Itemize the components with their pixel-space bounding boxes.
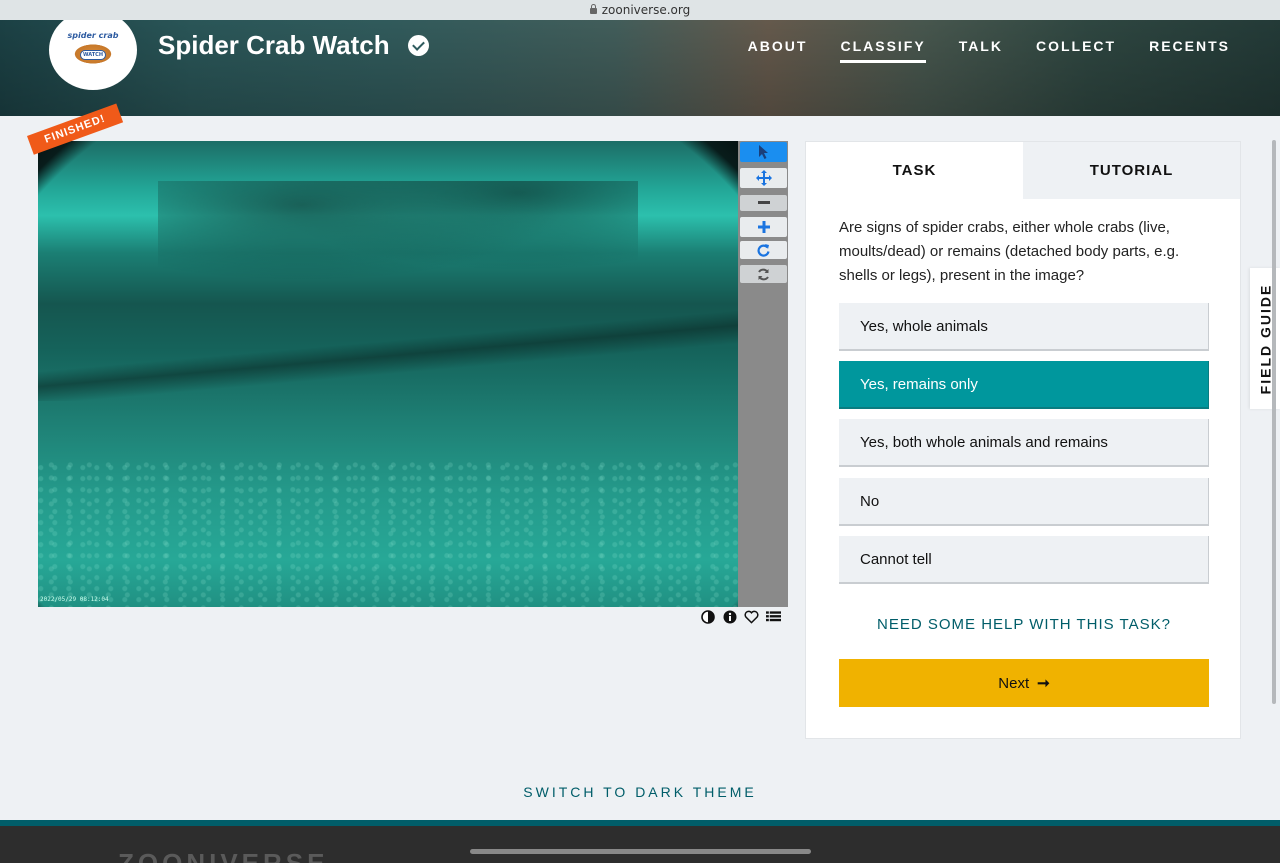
logo-badge: WATCH bbox=[80, 50, 106, 60]
project-title[interactable]: Spider Crab Watch bbox=[158, 30, 429, 61]
tab-tutorial[interactable]: TUTORIAL bbox=[1023, 142, 1240, 199]
nav-talk[interactable]: TALK bbox=[959, 38, 1003, 63]
answer-yes-remains-only[interactable]: Yes, remains only bbox=[839, 361, 1209, 409]
nav-collect[interactable]: COLLECT bbox=[1036, 38, 1116, 63]
answer-yes-whole-animals[interactable]: Yes, whole animals bbox=[839, 303, 1209, 351]
viewer-toolbar bbox=[738, 141, 788, 607]
answer-yes-both[interactable]: Yes, both whole animals and remains bbox=[839, 419, 1209, 467]
seabed-shells bbox=[38, 461, 738, 607]
page-scrollbar[interactable] bbox=[1272, 140, 1276, 704]
viewer-actions bbox=[700, 609, 781, 624]
kelp-silhouette bbox=[158, 181, 638, 301]
zooniverse-logo[interactable]: ZOONIVERSE bbox=[118, 848, 328, 863]
url-text: zooniverse.org bbox=[601, 3, 691, 17]
logo-text: spider crab bbox=[67, 31, 119, 40]
zoom-in-icon bbox=[757, 221, 770, 233]
task-question: Are signs of spider crabs, either whole … bbox=[839, 219, 1180, 284]
move-icon bbox=[755, 170, 772, 186]
reset-button[interactable] bbox=[740, 265, 787, 283]
rotate-icon bbox=[757, 243, 770, 257]
nav-about[interactable]: ABOUT bbox=[748, 38, 808, 63]
nav-classify[interactable]: CLASSIFY bbox=[840, 38, 926, 63]
tab-task[interactable]: TASK bbox=[806, 142, 1023, 199]
subject-image[interactable]: 2022/05/29 08:12:04 bbox=[38, 141, 738, 607]
task-panel: TASK TUTORIAL Are signs of spider crabs,… bbox=[805, 141, 1241, 739]
pointer-tool-button[interactable] bbox=[740, 142, 787, 162]
answer-cannot-tell[interactable]: Cannot tell bbox=[839, 536, 1209, 584]
field-guide-label: FIELD GUIDE bbox=[1257, 283, 1274, 394]
info-icon[interactable] bbox=[722, 609, 737, 624]
reset-icon bbox=[758, 268, 769, 280]
project-nav: ABOUT CLASSIFY TALK COLLECT RECENTS bbox=[748, 38, 1230, 63]
zoom-in-button[interactable] bbox=[740, 217, 787, 237]
browser-url-bar[interactable]: zooniverse.org bbox=[0, 0, 1280, 20]
next-button[interactable]: Next ➞ bbox=[839, 659, 1209, 707]
collections-icon[interactable] bbox=[766, 609, 781, 624]
task-tabs: TASK TUTORIAL bbox=[806, 142, 1240, 199]
move-tool-button[interactable] bbox=[740, 168, 787, 188]
lock-icon bbox=[589, 4, 597, 14]
rotate-button[interactable] bbox=[740, 241, 787, 259]
favorite-icon[interactable] bbox=[744, 609, 759, 624]
pointer-icon bbox=[758, 145, 768, 159]
switch-theme-link[interactable]: SWITCH TO DARK THEME bbox=[0, 784, 1280, 800]
project-header: spider crab WATCH Spider Crab Watch ABOU… bbox=[0, 20, 1280, 116]
zoom-out-icon bbox=[757, 201, 770, 204]
home-indicator bbox=[470, 849, 811, 854]
arrow-right-icon: ➞ bbox=[1037, 675, 1050, 692]
task-help-link[interactable]: NEED SOME HELP WITH THIS TASK? bbox=[839, 616, 1209, 633]
next-button-label: Next bbox=[998, 674, 1030, 692]
invert-icon[interactable] bbox=[700, 609, 715, 624]
underwater-photo bbox=[38, 141, 738, 607]
site-footer: ZOONIVERSE bbox=[0, 820, 1280, 863]
zoom-out-button[interactable] bbox=[740, 195, 787, 211]
project-logo[interactable]: spider crab WATCH bbox=[49, 20, 137, 90]
nav-recents[interactable]: RECENTS bbox=[1149, 38, 1230, 63]
project-title-text: Spider Crab Watch bbox=[158, 30, 390, 60]
seabed-ridge bbox=[38, 311, 738, 401]
crab-logo-icon: spider crab WATCH bbox=[58, 23, 128, 77]
verified-badge-icon bbox=[407, 35, 429, 56]
image-timestamp: 2022/05/29 08:12:04 bbox=[40, 596, 109, 603]
answer-no[interactable]: No bbox=[839, 478, 1209, 526]
